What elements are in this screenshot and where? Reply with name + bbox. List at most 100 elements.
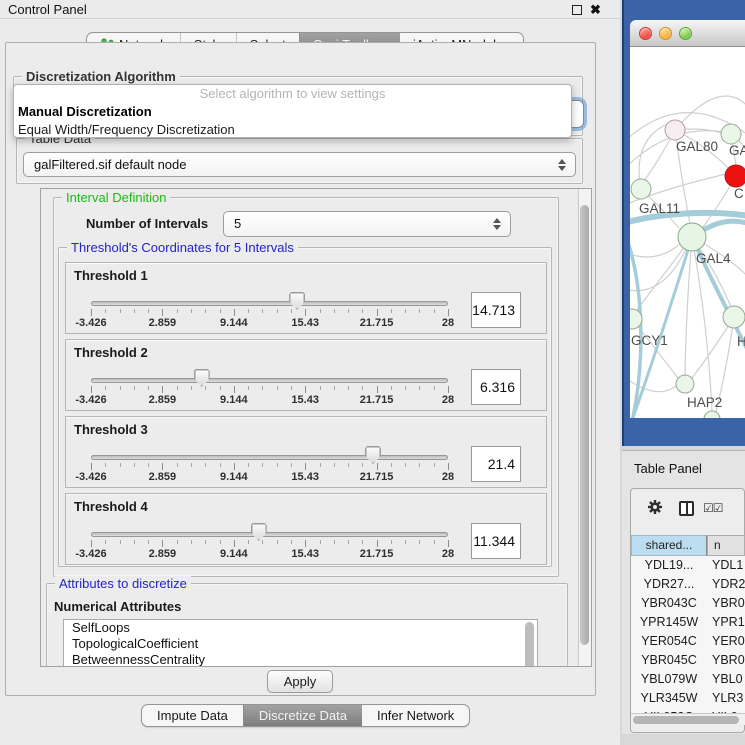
slider-tick bbox=[148, 463, 149, 467]
dropdown-option-equal-width[interactable]: Equal Width/Frequency Discretization bbox=[14, 121, 571, 138]
slider-tick-label: 28 bbox=[422, 471, 474, 483]
attribute-list-item[interactable]: TopologicalCoefficient bbox=[64, 636, 537, 652]
combobox-stepper-icon bbox=[558, 159, 566, 171]
network-node[interactable] bbox=[631, 179, 651, 199]
slider-tick bbox=[191, 463, 192, 467]
network-node[interactable] bbox=[676, 375, 694, 393]
table-hscrollbar-track[interactable] bbox=[631, 713, 745, 725]
slider-ticks bbox=[91, 540, 448, 548]
attribute-list-item[interactable]: SelfLoops bbox=[64, 620, 537, 636]
table-toolbar: ☑☑ bbox=[631, 495, 744, 531]
slider-tick bbox=[391, 309, 392, 313]
slider-ticks bbox=[91, 386, 448, 394]
slider-tick-label: 9.144 bbox=[208, 471, 260, 483]
slider-tick bbox=[362, 540, 363, 544]
cell-shared-name: YBR043C bbox=[631, 594, 707, 613]
table-hscrollbar-thumb[interactable] bbox=[633, 716, 739, 724]
slider-tick bbox=[291, 386, 292, 390]
threshold-4-slider-thumb[interactable] bbox=[251, 523, 267, 541]
network-node[interactable] bbox=[721, 124, 741, 144]
table-row[interactable]: YBR045CYBR0 bbox=[631, 651, 745, 670]
split-columns-icon[interactable] bbox=[679, 501, 694, 516]
attributes-list-scrollbar-thumb[interactable] bbox=[525, 622, 534, 667]
slider-tick bbox=[262, 463, 263, 467]
tab-infer-network[interactable]: Infer Network bbox=[362, 705, 469, 726]
slider-tick bbox=[362, 386, 363, 390]
threshold-3-slider-thumb[interactable] bbox=[365, 446, 381, 464]
close-panel-icon[interactable]: ✖ bbox=[590, 0, 601, 19]
threshold-1-label: Threshold 1 bbox=[74, 268, 148, 283]
slider-tick bbox=[162, 386, 163, 393]
threshold-2-slider-track[interactable] bbox=[91, 378, 448, 383]
network-node[interactable] bbox=[678, 223, 706, 251]
threshold-2-label: Threshold 2 bbox=[74, 345, 148, 360]
threshold-3-value-field[interactable]: 21.4 bbox=[471, 446, 521, 482]
tab-discretize-data[interactable]: Discretize Data bbox=[243, 705, 362, 726]
table-row[interactable]: YDR27...YDR2 bbox=[631, 575, 745, 594]
main-scrollbar-thumb[interactable] bbox=[580, 205, 589, 645]
network-node-label: GCY1 bbox=[631, 333, 668, 348]
table-row[interactable]: YBL079WYBL0 bbox=[631, 670, 745, 689]
slider-tick bbox=[434, 463, 435, 467]
network-window-titlebar[interactable] bbox=[630, 20, 745, 47]
close-button[interactable] bbox=[639, 27, 652, 40]
threshold-4-slider-track[interactable] bbox=[91, 532, 448, 537]
threshold-1-value-field[interactable]: 14.713 bbox=[471, 292, 521, 328]
slider-tick bbox=[234, 309, 235, 316]
slider-tick bbox=[305, 309, 306, 316]
table-row[interactable]: YER054CYER0 bbox=[631, 632, 745, 651]
slider-tick bbox=[348, 463, 349, 467]
network-canvas[interactable]: GAL80GACGAL11GAL4GCY1HHAP2 bbox=[630, 47, 745, 418]
slider-tick bbox=[120, 386, 121, 390]
threshold-2-panel: Threshold 2 -3.4262.8599.14415.4321.7152… bbox=[65, 339, 547, 411]
numerical-attributes-list[interactable]: SelfLoopsTopologicalCoefficientBetweenne… bbox=[63, 619, 538, 667]
network-node[interactable] bbox=[723, 306, 745, 328]
table-row[interactable]: YDL19...YDL1 bbox=[631, 556, 745, 575]
network-node[interactable] bbox=[725, 165, 745, 187]
tab-impute-data[interactable]: Impute Data bbox=[142, 705, 243, 726]
gear-icon[interactable] bbox=[647, 499, 663, 515]
slider-tick-label: 2.859 bbox=[136, 548, 188, 560]
float-window-icon[interactable] bbox=[572, 5, 582, 15]
minimize-button[interactable] bbox=[659, 27, 672, 40]
slider-tick bbox=[334, 463, 335, 467]
table-data-combobox[interactable]: galFiltered.sif default node bbox=[23, 152, 576, 177]
threshold-3-slider-track[interactable] bbox=[91, 455, 448, 460]
apply-button[interactable]: Apply bbox=[267, 670, 333, 693]
threshold-3-panel: Threshold 3 -3.4262.8599.14415.4321.7152… bbox=[65, 416, 547, 488]
threshold-1-slider-thumb[interactable] bbox=[289, 292, 305, 310]
slider-tick-label: 21.715 bbox=[351, 471, 403, 483]
settings-scroll-viewport: Interval Definition Number of Intervals … bbox=[40, 188, 592, 667]
cell-name: YBL0 bbox=[707, 670, 745, 689]
column-header-name[interactable]: n bbox=[707, 535, 745, 556]
network-node-label: H bbox=[737, 334, 745, 349]
slider-tick bbox=[205, 309, 206, 313]
select-columns-checkbox-icons[interactable]: ☑☑ bbox=[703, 501, 723, 515]
slider-ticks bbox=[91, 463, 448, 471]
network-node[interactable] bbox=[704, 411, 720, 418]
network-node[interactable] bbox=[665, 120, 685, 140]
slider-tick bbox=[334, 309, 335, 313]
dropdown-option-manual[interactable]: Manual Discretization bbox=[14, 103, 571, 121]
cell-name: YDR2 bbox=[707, 575, 745, 594]
zoom-button[interactable] bbox=[679, 27, 692, 40]
threshold-1-slider-track[interactable] bbox=[91, 301, 448, 306]
number-of-intervals-combobox[interactable]: 5 bbox=[223, 211, 511, 237]
network-graph: GAL80GACGAL11GAL4GCY1HHAP2 bbox=[630, 47, 745, 418]
table-row[interactable]: YLR345WYLR3 bbox=[631, 689, 745, 708]
attribute-list-item[interactable]: BetweennessCentrality bbox=[64, 652, 537, 667]
threshold-4-value-field[interactable]: 11.344 bbox=[471, 523, 521, 559]
threshold-2-slider-thumb[interactable] bbox=[194, 369, 210, 387]
slider-tick bbox=[320, 540, 321, 544]
network-edge[interactable] bbox=[630, 244, 680, 257]
slider-tick bbox=[162, 463, 163, 470]
column-header-shared-name[interactable]: shared... bbox=[631, 535, 707, 556]
threshold-2-value-field[interactable]: 6.316 bbox=[471, 369, 521, 405]
table-row[interactable]: YBR043CYBR0 bbox=[631, 594, 745, 613]
cyni-bottom-tab-bar: Impute DataDiscretize DataInfer Network bbox=[141, 704, 470, 727]
slider-tick bbox=[191, 309, 192, 313]
slider-tick-label: 9.144 bbox=[208, 548, 260, 560]
slider-tick bbox=[305, 386, 306, 393]
table-row[interactable]: YPR145WYPR1 bbox=[631, 613, 745, 632]
slider-tick bbox=[191, 386, 192, 390]
